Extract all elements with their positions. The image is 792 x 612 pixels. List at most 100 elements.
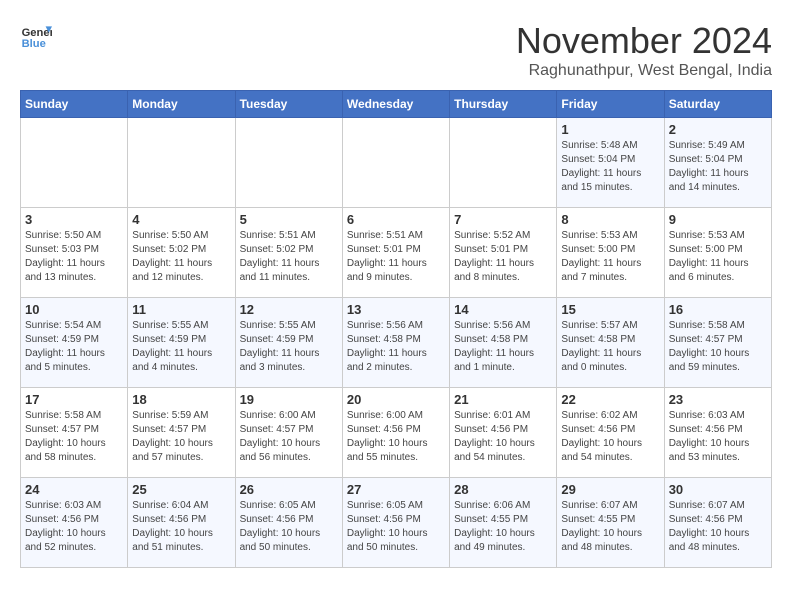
table-row: 22Sunrise: 6:02 AM Sunset: 4:56 PM Dayli…: [557, 388, 664, 478]
header-saturday: Saturday: [664, 91, 771, 118]
day-number: 5: [240, 212, 338, 227]
day-number: 24: [25, 482, 123, 497]
day-number: 2: [669, 122, 767, 137]
day-number: 13: [347, 302, 445, 317]
header-monday: Monday: [128, 91, 235, 118]
table-row: 21 Sunrise: 6:01 AM Sunset: 4:56 PM Dayli…: [450, 388, 557, 478]
table-row: 18 Sunrise: 5:59 AM Sunset: 4:57 PM Dayli…: [128, 388, 235, 478]
day-info: Sunrise: 6:00 AM Sunset: 4:57 PM Dayligh…: [240, 409, 338, 465]
day-info: Sunrise: 6:07 AM Sunset: 4:55 PM Dayligh…: [561, 499, 659, 555]
day-info: Sunrise: 5:52 AM Sunset: 5:01 PM Dayligh…: [454, 229, 552, 285]
day-info: Sunrise: 5:55 AM Sunset: 4:59 PM Dayligh…: [240, 319, 338, 375]
calendar-week-row: 10 Sunrise: 5:54 AM Sunset: 4:59 PM Dayli…: [21, 298, 772, 388]
table-row: 9 Sunrise: 5:53 AM Sunset: 5:00 PM Daylig…: [664, 208, 771, 298]
day-number: 15: [561, 302, 659, 317]
day-info: Sunrise: 6:06 AM Sunset: 4:55 PM Dayligh…: [454, 499, 552, 555]
day-number: 29: [561, 482, 659, 497]
day-info: Sunrise: 5:51 AM Sunset: 5:01 PM Dayligh…: [347, 229, 445, 285]
day-info: Sunrise: 5:50 AM Sunset: 5:03 PM Dayligh…: [25, 229, 123, 285]
logo: General Blue: [20, 20, 52, 52]
table-row: 26Sunrise: 6:05 AM Sunset: 4:56 PM Dayli…: [235, 478, 342, 568]
day-number: 12: [240, 302, 338, 317]
table-row: 1 Sunrise: 5:48 AM Sunset: 5:04 PM Daylig…: [557, 118, 664, 208]
day-info: Sunrise: 5:56 AM Sunset: 4:58 PM Dayligh…: [454, 319, 552, 375]
day-number: 7: [454, 212, 552, 227]
day-number: 11: [132, 302, 230, 317]
table-row: 11Sunrise: 5:55 AM Sunset: 4:59 PM Dayli…: [128, 298, 235, 388]
day-info: Sunrise: 5:54 AM Sunset: 4:59 PM Dayligh…: [25, 319, 123, 375]
header-tuesday: Tuesday: [235, 91, 342, 118]
day-number: 21: [454, 392, 552, 407]
day-info: Sunrise: 5:53 AM Sunset: 5:00 PM Dayligh…: [669, 229, 767, 285]
table-row: [235, 118, 342, 208]
day-info: Sunrise: 5:58 AM Sunset: 4:57 PM Dayligh…: [25, 409, 123, 465]
day-info: Sunrise: 5:56 AM Sunset: 4:58 PM Dayligh…: [347, 319, 445, 375]
table-row: 28 Sunrise: 6:06 AM Sunset: 4:55 PM Dayli…: [450, 478, 557, 568]
day-info: Sunrise: 5:58 AM Sunset: 4:57 PM Dayligh…: [669, 319, 767, 375]
table-row: 5 Sunrise: 5:51 AM Sunset: 5:02 PM Daylig…: [235, 208, 342, 298]
table-row: 7 Sunrise: 5:52 AM Sunset: 5:01 PM Daylig…: [450, 208, 557, 298]
day-number: 28: [454, 482, 552, 497]
day-info: Sunrise: 5:50 AM Sunset: 5:02 PM Dayligh…: [132, 229, 230, 285]
day-number: 22: [561, 392, 659, 407]
table-row: 17 Sunrise: 5:58 AM Sunset: 4:57 PM Dayli…: [21, 388, 128, 478]
day-info: Sunrise: 6:05 AM Sunset: 4:56 PM Dayligh…: [347, 499, 445, 555]
table-row: 29 Sunrise: 6:07 AM Sunset: 4:55 PM Dayli…: [557, 478, 664, 568]
day-number: 30: [669, 482, 767, 497]
day-info: Sunrise: 6:03 AM Sunset: 4:56 PM Dayligh…: [25, 499, 123, 555]
header: General Blue November 2024 Raghunathpur,…: [20, 20, 772, 80]
table-row: 10 Sunrise: 5:54 AM Sunset: 4:59 PM Dayli…: [21, 298, 128, 388]
day-number: 10: [25, 302, 123, 317]
table-row: 6 Sunrise: 5:51 AM Sunset: 5:01 PM Daylig…: [342, 208, 449, 298]
day-number: 17: [25, 392, 123, 407]
table-row: 8 Sunrise: 5:53 AM Sunset: 5:00 PM Daylig…: [557, 208, 664, 298]
day-info: Sunrise: 5:48 AM Sunset: 5:04 PM Dayligh…: [561, 139, 659, 195]
day-number: 20: [347, 392, 445, 407]
calendar-week-row: 1 Sunrise: 5:48 AM Sunset: 5:04 PM Daylig…: [21, 118, 772, 208]
day-info: Sunrise: 6:04 AM Sunset: 4:56 PM Dayligh…: [132, 499, 230, 555]
table-row: 19 Sunrise: 6:00 AM Sunset: 4:57 PM Dayli…: [235, 388, 342, 478]
table-row: [128, 118, 235, 208]
day-number: 1: [561, 122, 659, 137]
day-number: 26: [240, 482, 338, 497]
day-number: 6: [347, 212, 445, 227]
header-friday: Friday: [557, 91, 664, 118]
header-thursday: Thursday: [450, 91, 557, 118]
table-row: 2 Sunrise: 5:49 AM Sunset: 5:04 PM Daylig…: [664, 118, 771, 208]
table-row: 3 Sunrise: 5:50 AM Sunset: 5:03 PM Daylig…: [21, 208, 128, 298]
day-number: 18: [132, 392, 230, 407]
calendar-header-row: Sunday Monday Tuesday Wednesday Thursday…: [21, 91, 772, 118]
table-row: 20 Sunrise: 6:00 AM Sunset: 4:56 PM Dayli…: [342, 388, 449, 478]
table-row: 27 Sunrise: 6:05 AM Sunset: 4:56 PM Dayli…: [342, 478, 449, 568]
calendar-week-row: 17 Sunrise: 5:58 AM Sunset: 4:57 PM Dayli…: [21, 388, 772, 478]
day-number: 9: [669, 212, 767, 227]
header-sunday: Sunday: [21, 91, 128, 118]
day-info: Sunrise: 5:59 AM Sunset: 4:57 PM Dayligh…: [132, 409, 230, 465]
svg-text:Blue: Blue: [22, 38, 46, 50]
day-number: 16: [669, 302, 767, 317]
day-info: Sunrise: 6:07 AM Sunset: 4:56 PM Dayligh…: [669, 499, 767, 555]
day-info: Sunrise: 6:01 AM Sunset: 4:56 PM Dayligh…: [454, 409, 552, 465]
day-number: 25: [132, 482, 230, 497]
day-info: Sunrise: 5:49 AM Sunset: 5:04 PM Dayligh…: [669, 139, 767, 195]
day-info: Sunrise: 5:51 AM Sunset: 5:02 PM Dayligh…: [240, 229, 338, 285]
table-row: 24 Sunrise: 6:03 AM Sunset: 4:56 PM Dayli…: [21, 478, 128, 568]
day-info: Sunrise: 5:57 AM Sunset: 4:58 PM Dayligh…: [561, 319, 659, 375]
calendar-week-row: 24 Sunrise: 6:03 AM Sunset: 4:56 PM Dayli…: [21, 478, 772, 568]
day-info: Sunrise: 5:53 AM Sunset: 5:00 PM Dayligh…: [561, 229, 659, 285]
day-number: 8: [561, 212, 659, 227]
table-row: 30 Sunrise: 6:07 AM Sunset: 4:56 PM Dayli…: [664, 478, 771, 568]
day-info: Sunrise: 6:03 AM Sunset: 4:56 PM Dayligh…: [669, 409, 767, 465]
table-row: 13 Sunrise: 5:56 AM Sunset: 4:58 PM Dayli…: [342, 298, 449, 388]
table-row: 25 Sunrise: 6:04 AM Sunset: 4:56 PM Dayli…: [128, 478, 235, 568]
table-row: 23Sunrise: 6:03 AM Sunset: 4:56 PM Dayli…: [664, 388, 771, 478]
day-number: 4: [132, 212, 230, 227]
day-number: 3: [25, 212, 123, 227]
calendar-week-row: 3 Sunrise: 5:50 AM Sunset: 5:03 PM Daylig…: [21, 208, 772, 298]
day-number: 19: [240, 392, 338, 407]
day-number: 27: [347, 482, 445, 497]
day-info: Sunrise: 6:00 AM Sunset: 4:56 PM Dayligh…: [347, 409, 445, 465]
table-row: [21, 118, 128, 208]
header-wednesday: Wednesday: [342, 91, 449, 118]
table-row: 4 Sunrise: 5:50 AM Sunset: 5:02 PM Daylig…: [128, 208, 235, 298]
